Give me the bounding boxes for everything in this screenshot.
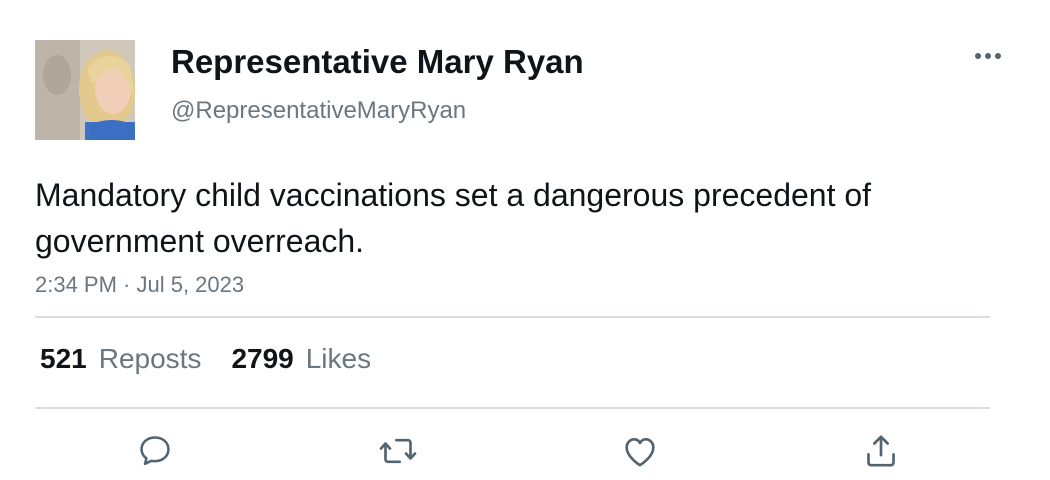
more-icon (975, 53, 1001, 59)
reposts-label: Reposts (98, 343, 202, 374)
reply-icon (140, 436, 170, 466)
divider (35, 407, 990, 409)
like-icon (625, 438, 655, 467)
more-options-button[interactable] (968, 44, 1008, 68)
repost-button[interactable] (375, 428, 421, 474)
divider (35, 316, 990, 318)
avatar[interactable] (35, 40, 135, 140)
author-handle[interactable]: @RepresentativeMaryRyan (171, 96, 466, 126)
tweet-timestamp[interactable]: 2:34 PM · Jul 5, 2023 (35, 270, 244, 300)
share-icon (867, 435, 895, 467)
likes-count: 2799 (231, 343, 294, 374)
author-display-name[interactable]: Representative Mary Ryan (171, 42, 584, 82)
tweet-text: Mandatory child vaccinations set a dange… (35, 177, 872, 259)
action-bar (0, 428, 1050, 474)
repost-icon (379, 438, 417, 464)
reposts-count: 521 (40, 343, 87, 374)
likes-label: Likes (305, 343, 372, 374)
like-button[interactable] (617, 428, 663, 474)
likes-stat[interactable]: 2799 Likes (231, 341, 371, 377)
reposts-stat[interactable]: 521 Reposts (40, 341, 201, 377)
profile-photo-icon (35, 40, 135, 140)
engagement-stats: 521 Reposts 2799 Likes (40, 341, 371, 377)
share-button[interactable] (858, 428, 904, 474)
reply-button[interactable] (132, 428, 178, 474)
